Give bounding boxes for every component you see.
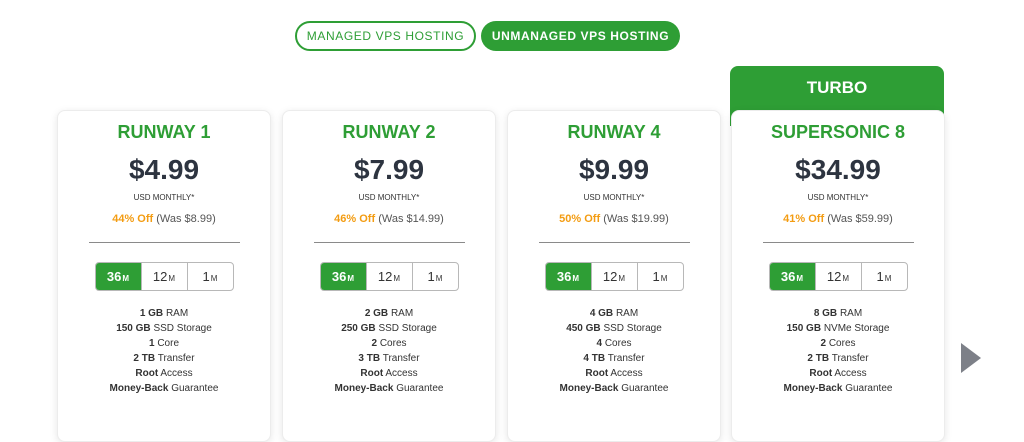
term-1m-button[interactable]: 1M: [186, 263, 233, 290]
was-price: (Was $8.99): [156, 213, 216, 225]
plan-price: $4.99: [128, 154, 200, 185]
term-12m-button[interactable]: 12 M: [590, 263, 637, 290]
feature-money-back: Money-Back Guarantee: [783, 383, 893, 394]
term-12m-button[interactable]: 12 M: [814, 263, 861, 290]
feature-transfer: 3 TB Transfer: [358, 353, 420, 364]
feature-cores: 2 Cores: [371, 338, 407, 349]
plan-discount: 46% Off (Was $14.99): [283, 213, 495, 225]
term-36m-button[interactable]: 36 M: [769, 263, 815, 290]
discount-percent: 50% Off: [559, 213, 601, 225]
feature-root-access: Root Access: [809, 368, 867, 379]
plan-card-supersonic-8: SUPERSONIC 8 $34.99 USD MONTHLY* 41% Off…: [731, 110, 945, 442]
feature-transfer: 4 TB Transfer: [583, 353, 645, 364]
feature-money-back: Money-Back Guarantee: [109, 383, 219, 394]
term-selector: 36 M 12 M 1M: [544, 262, 684, 291]
feature-storage: 150 GB NVMe Storage: [786, 323, 890, 334]
plan-discount: 50% Off (Was $19.99): [508, 213, 720, 225]
plan-discount: 44% Off (Was $8.99): [58, 213, 270, 225]
term-12m-button[interactable]: 12 M: [140, 263, 187, 290]
feature-list: 4 GB RAM 450 GB SSD Storage 4 Cores 4 TB…: [508, 306, 720, 396]
divider: [88, 242, 240, 243]
divider: [762, 242, 914, 243]
feature-money-back: Money-Back Guarantee: [559, 383, 669, 394]
plan-period: USD MONTHLY*: [133, 193, 195, 202]
discount-percent: 44% Off: [112, 213, 154, 225]
discount-percent: 46% Off: [334, 213, 376, 225]
divider: [538, 242, 690, 243]
plan-price: $9.99: [578, 154, 650, 185]
feature-transfer: 2 TB Transfer: [133, 353, 195, 364]
term-selector: 36 M 12 M 1M: [768, 262, 908, 291]
chevron-right-icon[interactable]: [961, 343, 981, 373]
feature-ram: 8 GB RAM: [813, 308, 863, 319]
plan-discount: 41% Off (Was $59.99): [732, 213, 944, 225]
managed-vps-hosting-button[interactable]: MANAGED VPS HOSTING: [295, 21, 476, 51]
term-selector: 36 M 12 M 1M: [319, 262, 459, 291]
plan-period: USD MONTHLY*: [807, 193, 869, 202]
feature-ram: 2 GB RAM: [364, 308, 414, 319]
was-price: (Was $59.99): [827, 213, 893, 225]
hosting-type-toggle: MANAGED VPS HOSTING UNMANAGED VPS HOSTIN…: [0, 21, 1024, 51]
feature-root-access: Root Access: [135, 368, 193, 379]
divider: [313, 242, 465, 243]
term-36m-button[interactable]: 36 M: [95, 263, 141, 290]
feature-root-access: Root Access: [585, 368, 643, 379]
feature-money-back: Money-Back Guarantee: [334, 383, 444, 394]
term-12m-button[interactable]: 12 M: [365, 263, 412, 290]
plan-name: RUNWAY 2: [342, 122, 436, 142]
feature-cores: 2 Cores: [820, 338, 856, 349]
feature-list: 1 GB RAM 150 GB SSD Storage 1 Core 2 TB …: [58, 306, 270, 396]
plan-card-runway-2: RUNWAY 2 $7.99 USD MONTHLY* 46% Off (Was…: [282, 110, 496, 442]
term-1m-button[interactable]: 1M: [636, 263, 683, 290]
plan-price: $34.99: [795, 154, 881, 185]
term-1m-button[interactable]: 1M: [860, 263, 907, 290]
feature-root-access: Root Access: [360, 368, 418, 379]
feature-list: 2 GB RAM 250 GB SSD Storage 2 Cores 3 TB…: [283, 306, 495, 396]
feature-cores: 1 Core: [148, 338, 180, 349]
feature-transfer: 2 TB Transfer: [807, 353, 869, 364]
was-price: (Was $19.99): [603, 213, 669, 225]
plan-period: USD MONTHLY*: [583, 193, 645, 202]
term-36m-button[interactable]: 36 M: [320, 263, 366, 290]
plan-name: RUNWAY 4: [567, 122, 661, 142]
plan-card-runway-1: RUNWAY 1 $4.99 USD MONTHLY* 44% Off (Was…: [57, 110, 271, 442]
feature-storage: 150 GB SSD Storage: [116, 323, 212, 334]
feature-storage: 450 GB SSD Storage: [566, 323, 662, 334]
plan-price: $7.99: [353, 154, 425, 185]
discount-percent: 41% Off: [783, 213, 825, 225]
feature-cores: 4 Cores: [596, 338, 632, 349]
plan-period: USD MONTHLY*: [358, 193, 420, 202]
term-selector: 36 M 12 M 1M: [94, 262, 234, 291]
feature-ram: 1 GB RAM: [139, 308, 189, 319]
term-1m-button[interactable]: 1M: [411, 263, 458, 290]
was-price: (Was $14.99): [378, 213, 444, 225]
term-36m-button[interactable]: 36 M: [545, 263, 591, 290]
feature-storage: 250 GB SSD Storage: [341, 323, 437, 334]
unmanaged-vps-hosting-button[interactable]: UNMANAGED VPS HOSTING: [481, 21, 680, 51]
feature-ram: 4 GB RAM: [589, 308, 639, 319]
plan-name: SUPERSONIC 8: [770, 122, 906, 142]
plan-card-runway-4: RUNWAY 4 $9.99 USD MONTHLY* 50% Off (Was…: [507, 110, 721, 442]
plan-name: RUNWAY 1: [117, 122, 211, 142]
feature-list: 8 GB RAM 150 GB NVMe Storage 2 Cores 2 T…: [732, 306, 944, 396]
